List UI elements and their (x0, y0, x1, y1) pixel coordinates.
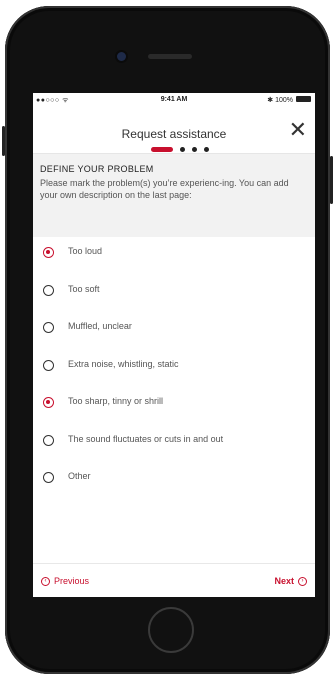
section-title: DEFINE YOUR PROBLEM (40, 164, 154, 174)
instructions-text: Please mark the problem(s) you’re experi… (40, 178, 289, 200)
footer-navigation: ‹ Previous Next › (33, 563, 315, 597)
problem-option[interactable]: Other (33, 462, 315, 500)
radio-button[interactable] (43, 472, 54, 483)
problem-options-list: Too loud Too soft Muffled, unclear Extra… (33, 237, 315, 500)
camera-icon (117, 52, 126, 61)
status-bar: ●●○○○ ᯤ 9:41 AM ✱ 100% (33, 93, 315, 107)
radio-button[interactable] (43, 359, 54, 371)
progress-step-dot (204, 146, 209, 152)
radio-button[interactable] (43, 284, 54, 296)
step-progress-indicator (151, 146, 209, 152)
next-label: Next (274, 576, 294, 586)
option-label: Muffled, unclear (68, 321, 132, 331)
back-arrow-icon: ‹ (41, 576, 50, 586)
navigation-bar: Request assistance ✕ (33, 107, 315, 154)
progress-step-dot (192, 146, 197, 152)
battery-icon (296, 96, 311, 102)
progress-step-current (151, 146, 173, 152)
option-label: Extra noise, whistling, static (68, 358, 179, 369)
progress-step-dot (180, 146, 185, 152)
forward-arrow-icon: › (298, 576, 307, 586)
problem-option[interactable]: Too loud (33, 237, 315, 275)
phone-frame: ●●○○○ ᯤ 9:41 AM ✱ 100% Request assistanc… (2, 6, 333, 674)
option-label: Too loud (68, 246, 103, 256)
problem-option[interactable]: Muffled, unclear (33, 312, 315, 350)
next-button[interactable]: Next › (274, 576, 307, 586)
problem-option[interactable]: Too soft (33, 275, 315, 313)
option-label: Other (68, 471, 91, 481)
radio-button[interactable] (43, 434, 54, 446)
app-screen: ●●○○○ ᯤ 9:41 AM ✱ 100% Request assistanc… (33, 93, 315, 597)
page-title: Request assistance (121, 127, 227, 141)
radio-button[interactable] (43, 397, 54, 408)
option-label: Too sharp, tinny or shrill (68, 396, 164, 406)
home-button[interactable] (148, 607, 194, 653)
radio-button[interactable] (43, 247, 54, 258)
option-label: Too soft (68, 283, 100, 294)
radio-button[interactable] (43, 322, 54, 333)
previous-button[interactable]: ‹ Previous (41, 576, 89, 586)
problem-description-panel: DEFINE YOUR PROBLEM Please mark the prob… (33, 154, 315, 237)
previous-label: Previous (54, 576, 90, 586)
close-icon[interactable]: ✕ (289, 119, 307, 141)
problem-option[interactable]: Too sharp, tinny or shrill (33, 387, 315, 425)
problem-option[interactable]: The sound fluctuates or cuts in and out (33, 425, 315, 463)
problem-option[interactable]: Extra noise, whistling, static (33, 350, 315, 388)
battery-percentage: ✱ 100% (267, 97, 293, 104)
option-label: The sound fluctuates or cuts in and out (68, 433, 224, 444)
speaker-grille (148, 54, 192, 59)
